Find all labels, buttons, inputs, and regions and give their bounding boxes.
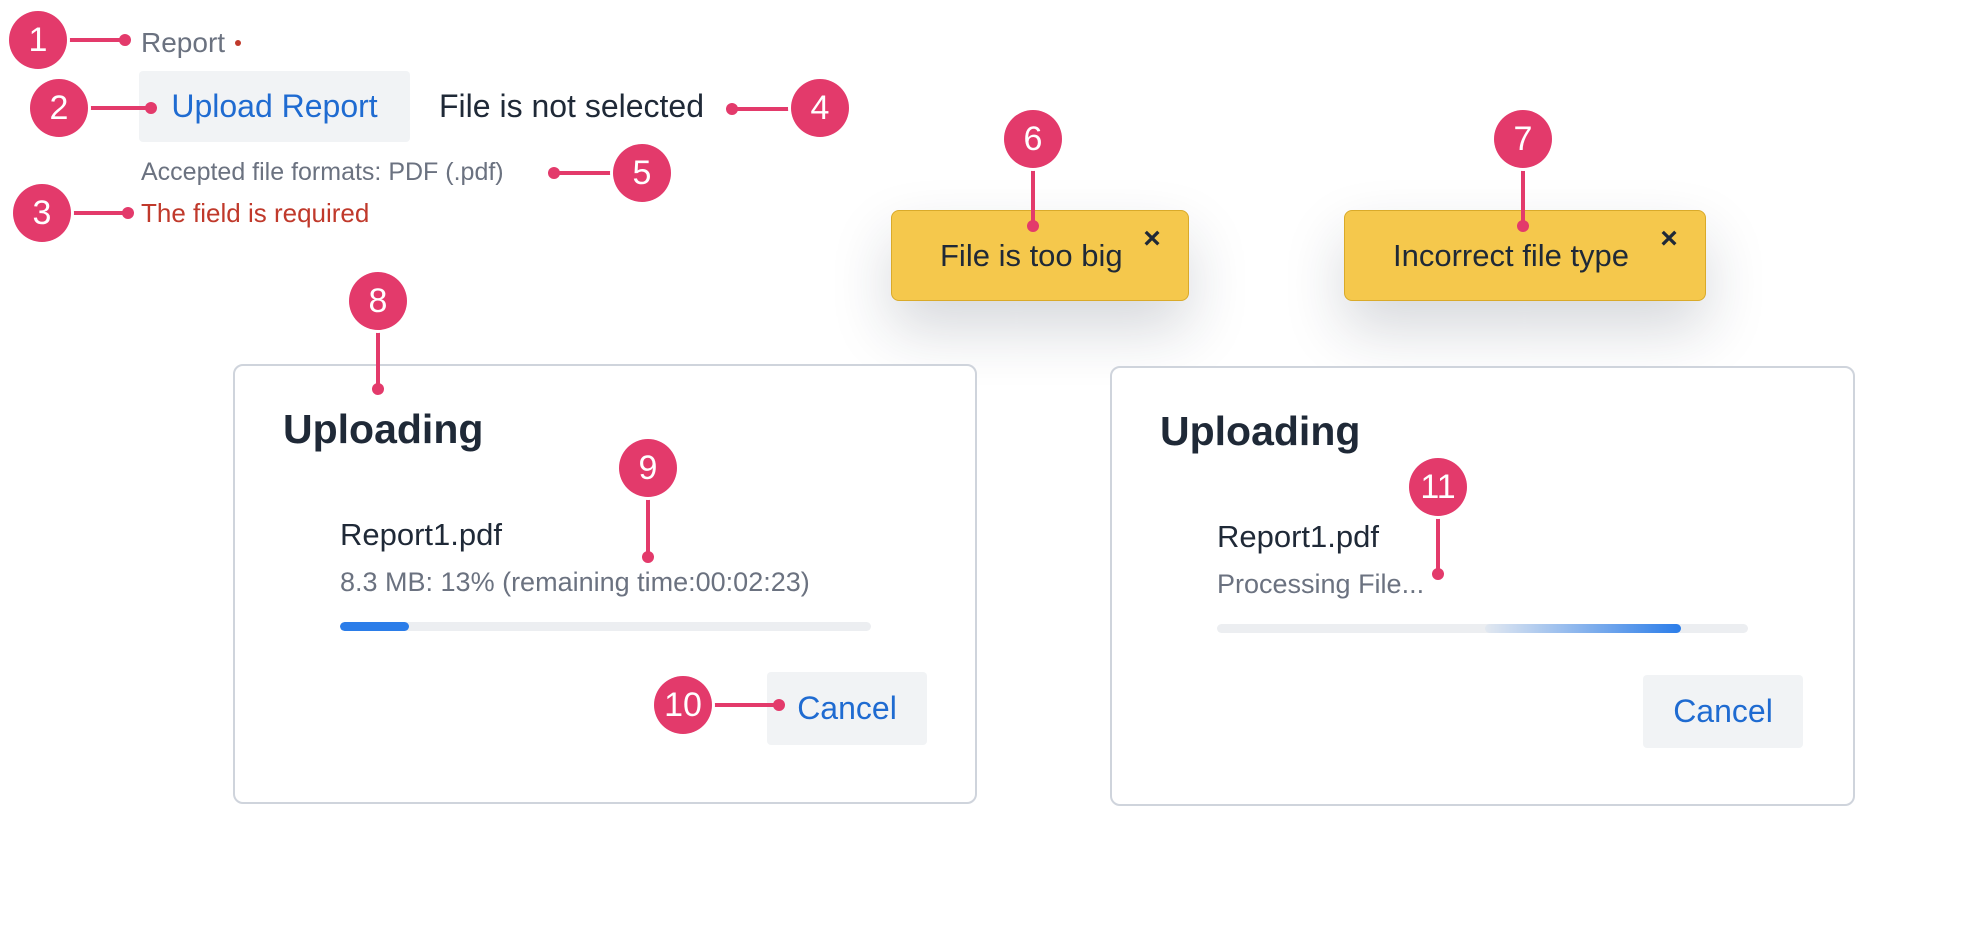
file-status-text: File is not selected [439,88,705,124]
annotation-dot-11 [1432,568,1444,580]
annotation-marker-1: 1 [9,11,67,69]
report-field-label: Report [141,26,242,60]
annotation-leader-6 [1031,164,1035,224]
progress-bar [340,622,871,631]
upload-report-button[interactable]: Upload Report [139,71,410,142]
annotation-dot-4 [726,103,738,115]
annotation-leader-7 [1521,164,1525,224]
annotation-marker-9: 9 [619,439,677,497]
annotation-dot-9 [642,551,654,563]
annotation-marker-2: 2 [30,79,88,137]
annotation-marker-10: 10 [654,676,712,734]
annotation-dot-1 [119,34,131,46]
annotation-marker-11: 11 [1409,458,1467,516]
accepted-formats-hint: Accepted file formats: PDF (.pdf) [141,158,504,186]
cancel-button[interactable]: Cancel [1643,675,1803,748]
annotation-dot-3 [122,207,134,219]
progress-bar-fill [1485,624,1681,633]
annotation-leader-2 [86,106,152,110]
annotation-dot-10 [773,699,785,711]
dialog-file-name: Report1.pdf [340,517,502,552]
dialog-file-name: Report1.pdf [1217,519,1379,554]
annotation-dot-2 [145,102,157,114]
annotation-leader-11 [1436,512,1440,574]
upload-dialog-progress: Uploading Report1.pdf 8.3 MB: 13% (remai… [233,364,977,804]
dialog-title: Uploading [283,406,484,452]
annotation-dot-7 [1517,220,1529,232]
toast-file-too-big: File is too big × [891,210,1189,301]
annotation-leader-10 [708,703,780,707]
toast-message: Incorrect file type [1393,237,1630,273]
annotation-marker-4: 4 [791,79,849,137]
toast-message: File is too big [940,237,1123,273]
annotation-marker-3: 3 [13,184,71,242]
close-icon[interactable]: × [1140,224,1164,254]
annotation-marker-7: 7 [1494,110,1552,168]
annotation-dot-8 [372,383,384,395]
annotation-leader-4 [734,107,796,111]
annotation-leader-3 [70,211,128,215]
annotation-dot-5 [548,167,560,179]
close-icon[interactable]: × [1657,224,1681,254]
report-label-text: Report [141,27,226,58]
annotation-marker-5: 5 [613,144,671,202]
upload-dialog-processing: Uploading Report1.pdf Processing File...… [1110,366,1855,806]
annotation-leader-9 [646,494,650,556]
annotation-marker-8: 8 [349,272,407,330]
required-error-message: The field is required [141,198,370,228]
required-indicator [235,39,242,46]
annotation-leader-5 [556,171,620,175]
annotation-marker-6: 6 [1004,110,1062,168]
progress-bar-fill [340,622,410,631]
annotation-dot-6 [1027,220,1039,232]
annotation-leader-1 [66,38,124,42]
cancel-button[interactable]: Cancel [767,672,927,745]
dialog-title: Uploading [1160,408,1361,454]
dialog-processing-status: Processing File... [1217,569,1425,599]
dialog-upload-info: 8.3 MB: 13% (remaining time:00:02:23) [340,567,810,597]
progress-bar-indeterminate [1217,624,1748,633]
annotation-leader-8 [376,326,380,388]
